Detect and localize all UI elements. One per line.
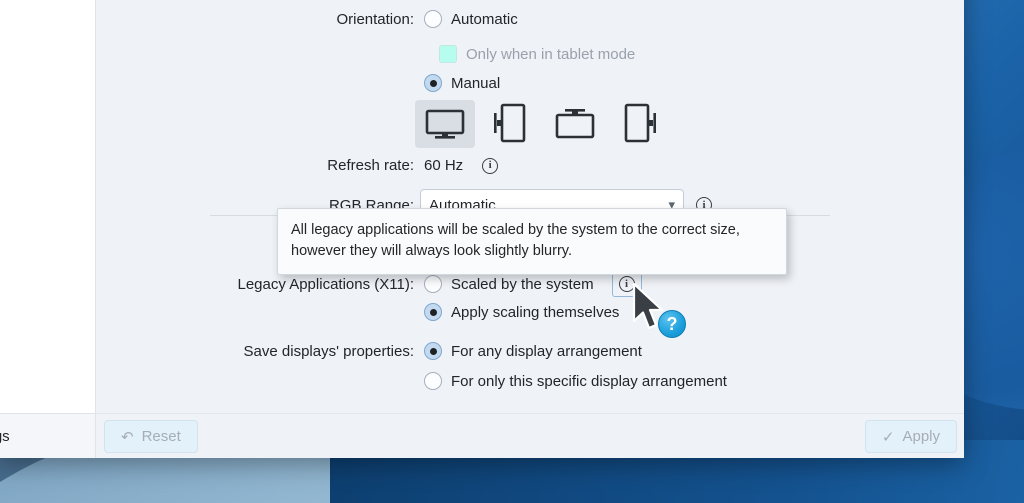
- checkbox-only-when-tablet-mode: Only when in tablet mode: [439, 45, 635, 63]
- dialog-button-bar: ↶ Reset ✓ Apply: [96, 413, 964, 458]
- radio-orientation-automatic[interactable]: Automatic: [424, 10, 518, 28]
- tablet-mode-row: Only when in tablet mode: [96, 45, 856, 63]
- tooltip-popup: All legacy applications will be scaled b…: [277, 208, 787, 275]
- refresh-rate-info-icon[interactable]: i: [482, 158, 498, 174]
- apply-button[interactable]: ✓ Apply: [865, 420, 957, 453]
- save-displays-row: Save displays' properties: For any displ…: [96, 342, 916, 360]
- radio-any-arrangement-indicator[interactable]: [424, 342, 442, 360]
- radio-manual-indicator[interactable]: [424, 74, 442, 92]
- help-badge-glyph: ?: [667, 314, 678, 335]
- refresh-rate-row: Refresh rate: 60 Hz i: [96, 157, 856, 174]
- checkmark-icon: ✓: [882, 428, 895, 446]
- radio-apply-scaling-themselves[interactable]: Apply scaling themselves: [424, 303, 619, 321]
- sidebar-footer[interactable]: tings: [0, 413, 96, 458]
- radio-scaled-by-system-label: Scaled by the system: [451, 276, 594, 293]
- refresh-rate-label: Refresh rate:: [96, 157, 414, 174]
- orientation-label: Orientation:: [96, 11, 414, 28]
- radio-automatic-label: Automatic: [451, 11, 518, 28]
- orientation-portrait-left-icon[interactable]: [480, 100, 540, 148]
- reset-button[interactable]: ↶ Reset: [104, 420, 198, 453]
- radio-apply-scaling-indicator[interactable]: [424, 303, 442, 321]
- display-settings-pane: Orientation: Automatic Only when in tabl…: [96, 0, 964, 413]
- display-configuration-window: tings Orientation: Automatic Only when i…: [0, 0, 964, 458]
- radio-any-display-arrangement[interactable]: For any display arrangement: [424, 342, 642, 360]
- radio-orientation-manual[interactable]: Manual: [424, 74, 500, 92]
- rotation-buttons-row: [96, 100, 856, 148]
- legacy-applications-label: Legacy Applications (X11):: [96, 276, 414, 293]
- radio-apply-scaling-label: Apply scaling themselves: [451, 304, 619, 321]
- orientation-portrait-right-icon[interactable]: [610, 100, 670, 148]
- save-displays-label: Save displays' properties:: [96, 343, 414, 360]
- radio-specific-arrangement-indicator[interactable]: [424, 372, 442, 390]
- save-displays-second-row: For only this specific display arrangeme…: [96, 372, 916, 390]
- tablet-mode-checkbox-indicator: [439, 45, 457, 63]
- legacy-applications-second-row: Apply scaling themselves: [96, 303, 886, 321]
- radio-specific-arrangement-label: For only this specific display arrangeme…: [451, 373, 727, 390]
- orientation-manual-row: Manual: [96, 74, 856, 92]
- orientation-row: Orientation: Automatic: [96, 10, 856, 28]
- settings-sidebar[interactable]: [0, 0, 96, 413]
- tooltip-text: All legacy applications will be scaled b…: [291, 222, 740, 259]
- radio-scaled-by-system-indicator[interactable]: [424, 275, 442, 293]
- radio-automatic-indicator[interactable]: [424, 10, 442, 28]
- whats-this-help-badge: ?: [658, 310, 686, 338]
- refresh-rate-value: 60 Hz: [424, 157, 463, 174]
- apply-button-label: Apply: [902, 428, 940, 445]
- undo-arrow-icon: ↶: [121, 428, 134, 446]
- orientation-landscape-flipped-icon[interactable]: [545, 100, 605, 148]
- reset-button-label: Reset: [142, 428, 181, 445]
- radio-specific-display-arrangement[interactable]: For only this specific display arrangeme…: [424, 372, 727, 390]
- sidebar-footer-label: tings: [0, 428, 10, 445]
- tablet-mode-label: Only when in tablet mode: [466, 46, 635, 63]
- radio-manual-label: Manual: [451, 75, 500, 92]
- orientation-landscape-icon[interactable]: [415, 100, 475, 148]
- radio-any-arrangement-label: For any display arrangement: [451, 343, 642, 360]
- legacy-applications-info-icon: i: [619, 276, 635, 292]
